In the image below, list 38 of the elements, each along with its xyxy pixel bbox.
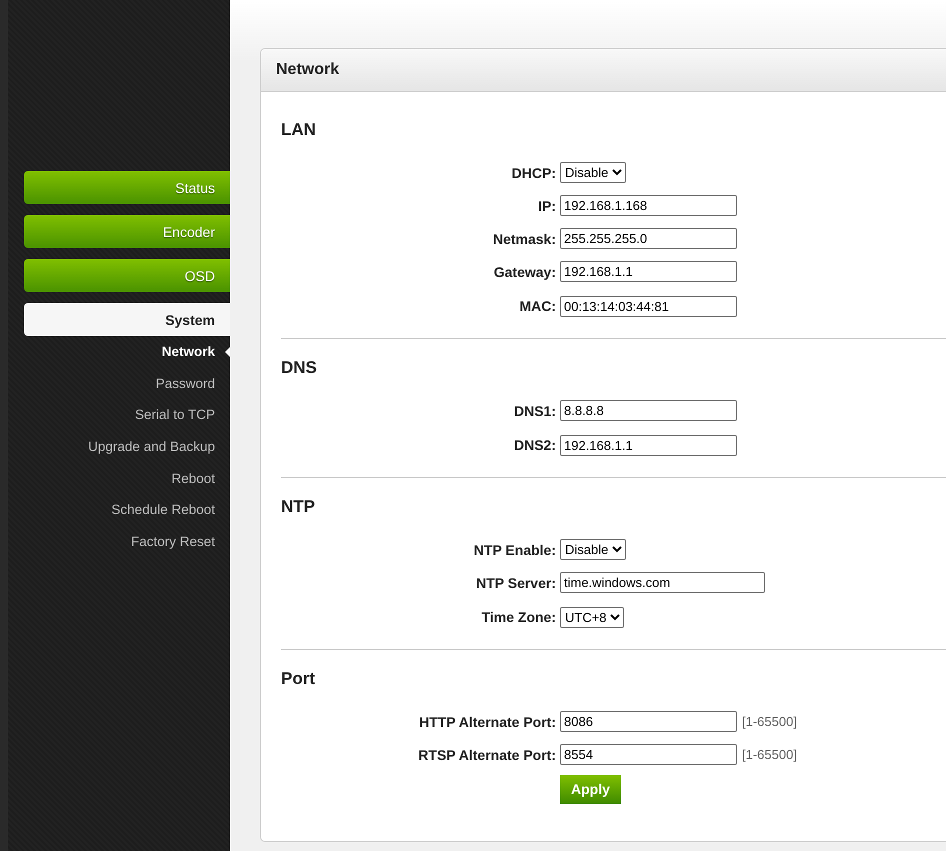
dropdown[interactable]: Disable: [560, 162, 626, 183]
range-hint: [1-65500]: [742, 714, 797, 729]
dropdown[interactable]: Disable: [560, 539, 626, 560]
input-field[interactable]: 00:13:14:03:44:81: [560, 296, 737, 316]
input-field[interactable]: 192.168.1.1: [560, 434, 737, 456]
input-field[interactable]: 192.168.1.1: [560, 261, 737, 282]
section-title: Port: [281, 668, 316, 690]
submenu-item[interactable]: Serial to TCP: [134, 399, 230, 432]
section-title: LAN: [281, 119, 317, 141]
dropdown[interactable]: UTC+8: [560, 606, 624, 628]
field-label: MAC:: [518, 298, 556, 314]
section-title: NTP: [281, 496, 316, 518]
submenu-item[interactable]: Reboot: [171, 462, 230, 494]
field-label: DNS1:: [512, 402, 556, 418]
panel-title: Network: [276, 61, 340, 79]
field-label: Netmask:: [492, 230, 556, 246]
field-label: RTSP Alternate Port:: [417, 746, 556, 762]
field-label: DNS2:: [512, 437, 556, 453]
input-field[interactable]: 8554: [560, 744, 737, 765]
field-label: DHCP:: [510, 164, 556, 180]
submenu-item[interactable]: Factory Reset: [130, 526, 230, 558]
input-field[interactable]: 192.168.1.168: [560, 195, 737, 216]
submenu-item[interactable]: Password: [156, 368, 230, 400]
field-label: NTP Server:: [475, 574, 556, 590]
section-title: DNS: [281, 357, 318, 379]
input-field[interactable]: 255.255.255.0: [560, 228, 737, 249]
input-field[interactable]: 8086: [560, 711, 737, 732]
submenu-item[interactable]: Upgrade and Backup: [88, 431, 230, 463]
field-label: Gateway:: [492, 264, 556, 280]
field-label: IP:: [537, 198, 556, 214]
input-field[interactable]: time.windows.com: [560, 572, 765, 593]
field-label: NTP Enable:: [472, 542, 556, 558]
input-field[interactable]: 8.8.8.8: [560, 400, 737, 421]
menu-button[interactable]: System: [24, 303, 230, 336]
submenu-item[interactable]: Schedule Reboot: [111, 494, 230, 526]
field-label: HTTP Alternate Port:: [418, 714, 556, 730]
field-label: Time Zone:: [480, 609, 556, 625]
range-hint: [1-65500]: [742, 747, 797, 762]
